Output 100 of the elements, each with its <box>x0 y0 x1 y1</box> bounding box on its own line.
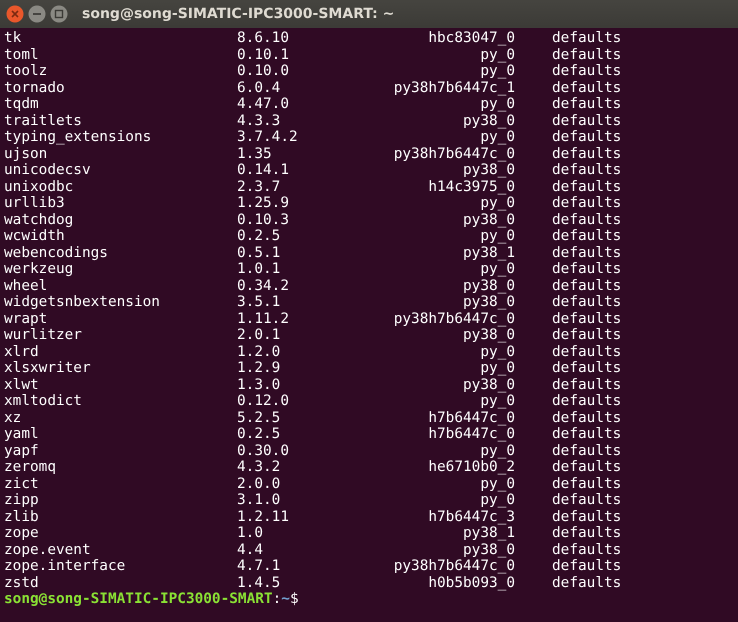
prompt-path: ~ <box>281 591 290 608</box>
package-build: py38_0 <box>462 542 515 558</box>
package-name: xlrd <box>4 344 40 360</box>
package-name: unixodbc <box>4 178 74 195</box>
package-build: py38_0 <box>462 112 515 129</box>
package-channel: defaults <box>552 129 622 146</box>
package-name: traitlets <box>4 112 83 129</box>
package-build: py38_1 <box>462 244 515 261</box>
package-build: py_0 <box>479 46 515 63</box>
package-channel: defaults <box>552 426 622 442</box>
package-version: 1.4.5 <box>237 574 282 591</box>
package-build: py38_0 <box>462 327 515 344</box>
package-channel: defaults <box>552 360 622 376</box>
package-build: py_0 <box>479 393 515 410</box>
prompt-separator: : <box>272 591 282 608</box>
package-version: 2.3.7 <box>237 178 282 195</box>
package-channel: defaults <box>552 393 622 410</box>
package-version: 1.0 <box>237 525 264 542</box>
package-name: xz <box>4 410 22 426</box>
package-channel: defaults <box>552 244 622 261</box>
package-version: 0.30.0 <box>237 442 290 459</box>
package-channel: defaults <box>552 63 622 80</box>
package-build: hbc83047_0 <box>427 30 515 46</box>
package-channel: defaults <box>552 410 622 426</box>
package-build: py_0 <box>479 492 515 508</box>
package-channel: defaults <box>552 525 622 542</box>
package-channel: defaults <box>552 508 622 525</box>
package-channel: defaults <box>552 162 622 178</box>
close-button[interactable] <box>6 5 24 23</box>
package-name: zeromq <box>4 459 57 476</box>
package-version: 0.2.5 <box>237 426 282 442</box>
package-build: py_0 <box>479 96 515 112</box>
package-version: 4.4 <box>237 542 264 558</box>
minimize-button[interactable] <box>28 5 46 23</box>
package-build: py38h7b6447c_0 <box>392 146 515 162</box>
package-channel: defaults <box>552 294 622 310</box>
package-name: tqdm <box>4 96 40 112</box>
package-channel: defaults <box>552 96 622 112</box>
package-name: xmltodict <box>4 393 83 410</box>
package-channel: defaults <box>552 558 622 574</box>
package-channel: defaults <box>552 492 622 508</box>
package-version: 8.6.10 <box>237 30 290 46</box>
package-build: py38h7b6447c_1 <box>392 80 515 96</box>
package-name: zope.event <box>4 542 92 558</box>
package-name: watchdog <box>4 212 74 228</box>
package-name: wheel <box>4 278 48 294</box>
package-name: zipp <box>4 492 40 508</box>
package-name: tk <box>4 30 22 46</box>
package-version: 0.10.1 <box>237 46 290 63</box>
package-version: 1.35 <box>237 146 273 162</box>
package-build: py_0 <box>479 360 515 376</box>
package-channel: defaults <box>552 228 622 244</box>
maximize-button[interactable] <box>50 5 68 23</box>
package-name: wurlitzer <box>4 327 83 344</box>
package-build: py38_0 <box>462 278 515 294</box>
package-build: py38_0 <box>462 294 515 310</box>
package-version: 1.2.11 <box>237 508 290 525</box>
package-channel: defaults <box>552 212 622 228</box>
package-version: 1.3.0 <box>237 376 282 393</box>
package-build: py_0 <box>479 63 515 80</box>
package-name: ujson <box>4 146 48 162</box>
prompt-symbol: $ <box>290 591 299 608</box>
package-channel: defaults <box>552 178 622 195</box>
package-channel: defaults <box>552 574 622 591</box>
package-build: py38_0 <box>462 162 515 178</box>
package-version: 1.11.2 <box>237 310 290 327</box>
package-version: 0.2.5 <box>237 228 282 244</box>
package-version: 3.1.0 <box>237 492 282 508</box>
package-name: typing_extensions <box>4 129 152 146</box>
package-version: 0.5.1 <box>237 244 282 261</box>
package-channel: defaults <box>552 261 622 278</box>
package-channel: defaults <box>552 376 622 393</box>
package-name: widgetsnbextension <box>4 294 161 310</box>
package-version: 0.12.0 <box>237 393 290 410</box>
package-build: py_0 <box>479 195 515 212</box>
package-name: toml <box>4 46 40 63</box>
package-name: zope <box>4 525 40 542</box>
package-version: 4.3.2 <box>237 459 282 476</box>
package-build: h0b5b093_0 <box>427 574 515 591</box>
package-name: xlwt <box>4 376 40 393</box>
package-build: py38h7b6447c_0 <box>392 558 515 574</box>
package-version: 4.3.3 <box>237 112 282 129</box>
package-version: 2.0.1 <box>237 327 282 344</box>
package-version: 5.2.5 <box>237 410 282 426</box>
package-name: wrapt <box>4 310 48 327</box>
package-channel: defaults <box>552 476 622 492</box>
package-build: py38_1 <box>462 525 515 542</box>
package-channel: defaults <box>552 459 622 476</box>
package-build: py_0 <box>479 344 515 360</box>
package-version: 0.14.1 <box>237 162 290 178</box>
package-version: 2.0.0 <box>237 476 282 492</box>
package-name: xlsxwriter <box>4 360 92 376</box>
package-channel: defaults <box>552 278 622 294</box>
package-name: zict <box>4 476 40 492</box>
package-build: py_0 <box>479 228 515 244</box>
package-channel: defaults <box>552 542 622 558</box>
package-build: h7b6447c_3 <box>427 508 515 525</box>
package-version: 3.7.4.2 <box>237 129 299 146</box>
package-name: yapf <box>4 442 40 459</box>
package-channel: defaults <box>552 30 622 46</box>
